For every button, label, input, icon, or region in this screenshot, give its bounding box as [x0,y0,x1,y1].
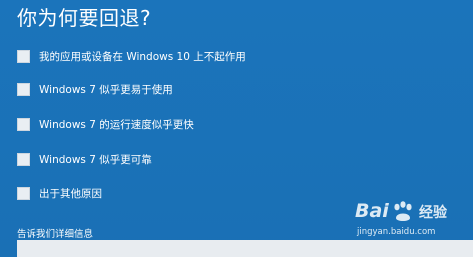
option-easier-to-use[interactable]: Windows 7 似乎更易于使用 [17,79,173,99]
rollback-dialog: 你为何要回退? 我的应用或设备在 Windows 10 上不起作用 Window… [0,0,473,257]
checkbox[interactable] [17,82,30,96]
option-label: 我的应用或设备在 Windows 10 上不起作用 [39,50,246,63]
option-other-reason[interactable]: 出于其他原因 [17,183,102,203]
option-more-reliable[interactable]: Windows 7 似乎更可靠 [17,149,152,169]
option-label: 出于其他原因 [39,187,102,200]
option-faster[interactable]: Windows 7 的运行速度似乎更快 [17,114,194,134]
page-title: 你为何要回退? [17,6,152,30]
checkbox[interactable] [17,186,30,200]
watermark-jingyan: 经验 [419,205,447,221]
watermark-logo-text: Bai [355,200,389,222]
baidu-jingyan-watermark: Bai 经验 jingyan.baidu.com [355,200,465,244]
watermark-url: jingyan.baidu.com [357,227,436,237]
checkbox[interactable] [17,117,30,131]
checkbox[interactable] [17,49,30,63]
paw-icon [394,201,412,221]
option-label: Windows 7 的运行速度似乎更快 [39,118,194,131]
details-label: 告诉我们详细信息 [17,229,94,240]
option-apps-not-working[interactable]: 我的应用或设备在 Windows 10 上不起作用 [17,46,246,66]
option-label: Windows 7 似乎更易于使用 [39,83,173,96]
option-label: Windows 7 似乎更可靠 [39,153,152,166]
checkbox[interactable] [17,152,30,166]
